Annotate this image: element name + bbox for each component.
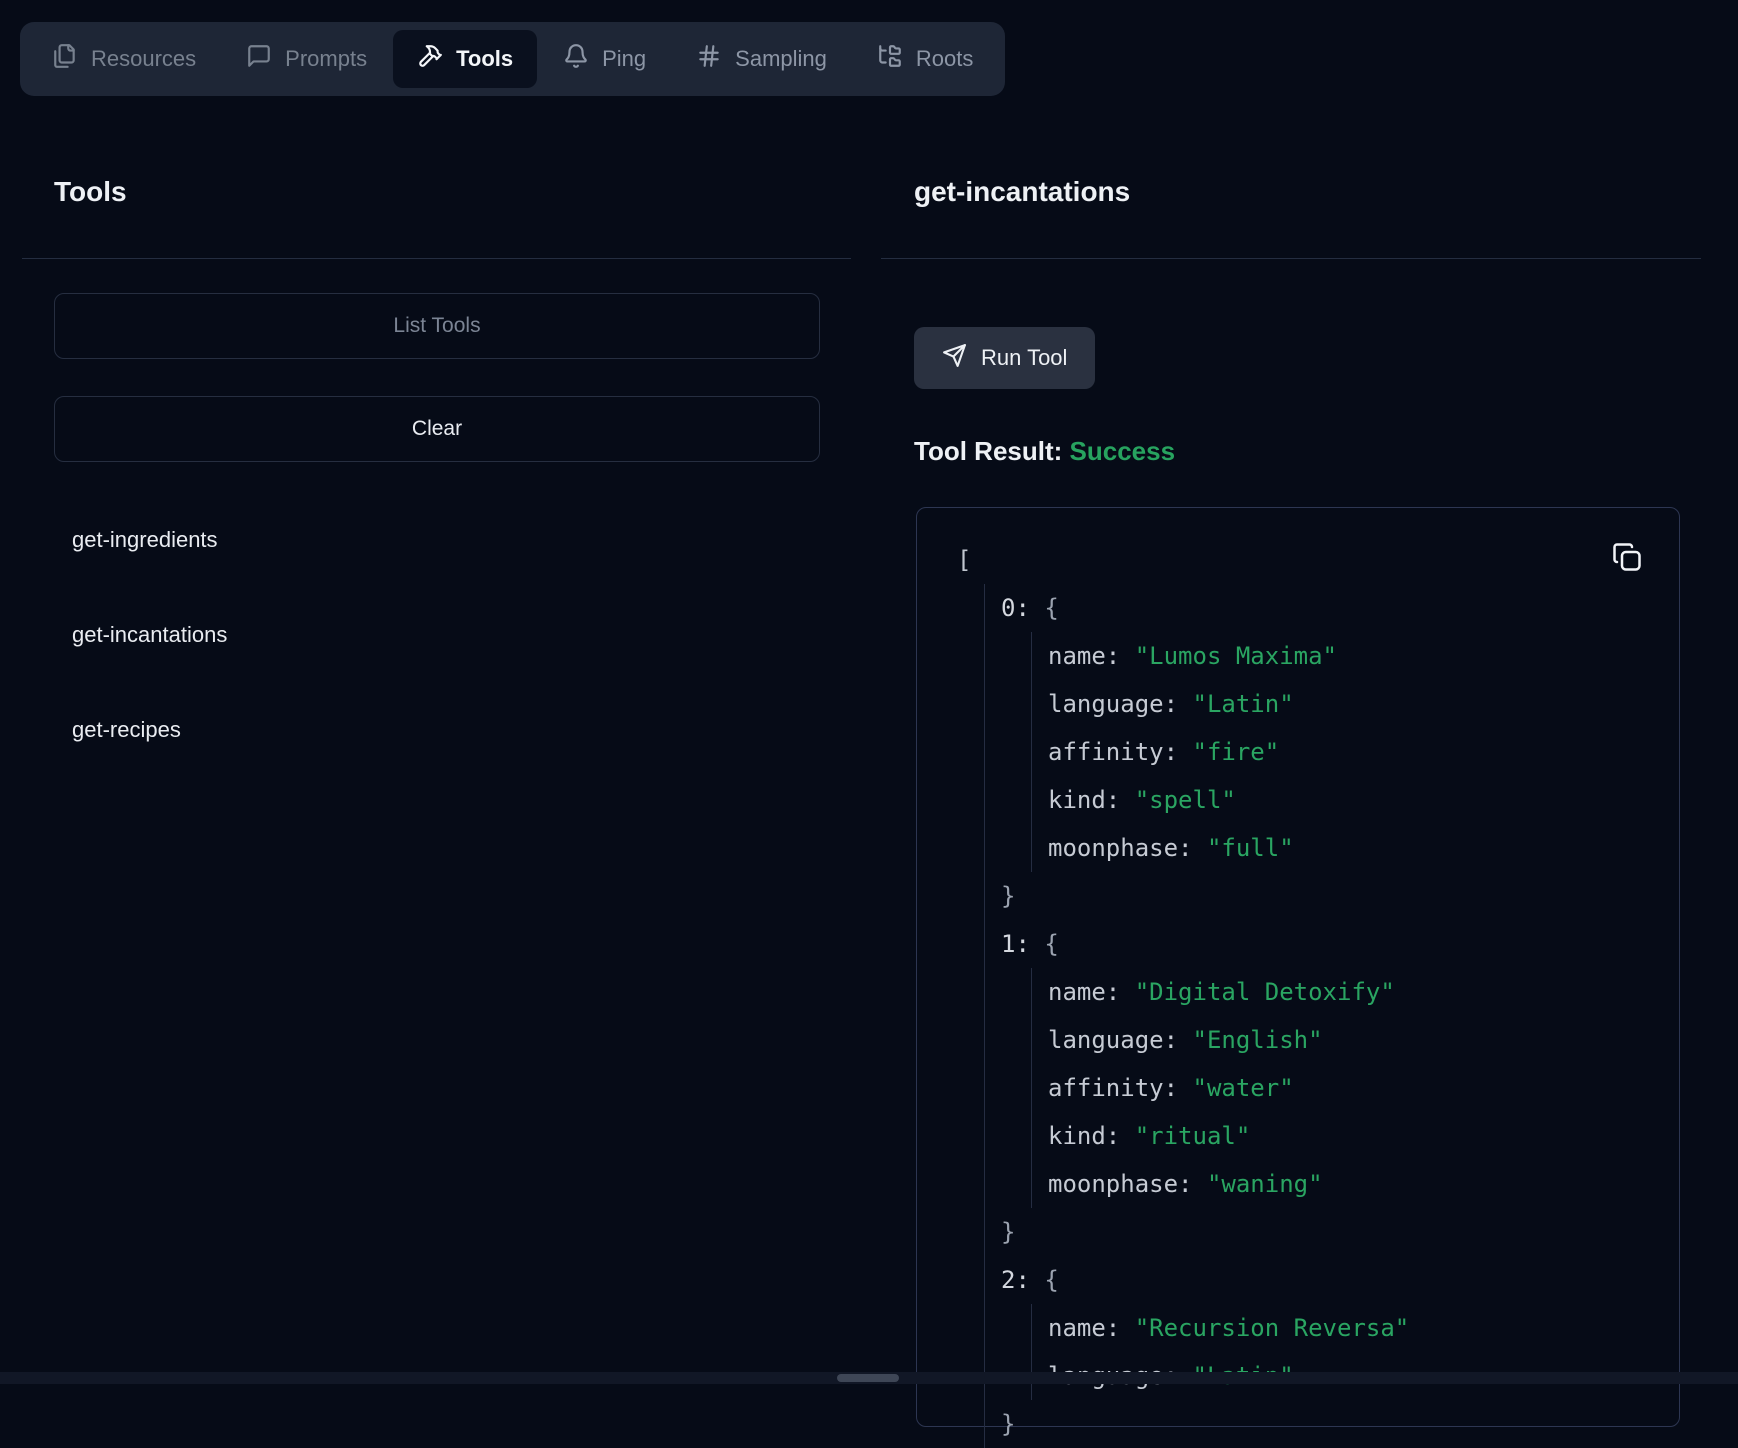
- files-icon: [52, 43, 78, 75]
- json-value: "Latin": [1193, 690, 1294, 718]
- top-nav: Resources Prompts Tools Ping Sampling Ro…: [20, 22, 1005, 96]
- json-value: "Recursion Reversa": [1135, 1314, 1410, 1342]
- tab-label: Prompts: [285, 46, 367, 72]
- json-line: }: [1001, 1400, 1659, 1448]
- json-line: affinity: "fire": [1048, 728, 1659, 776]
- json-open-brace: {: [1044, 1266, 1058, 1294]
- json-tree: [0: {name: "Lumos Maxima"language: "Lati…: [957, 536, 1659, 1448]
- json-line: language: "English": [1048, 1016, 1659, 1064]
- json-open-brace: {: [1044, 930, 1058, 958]
- json-key: name:: [1048, 642, 1120, 670]
- json-key: language:: [1048, 1026, 1178, 1054]
- tab-label: Ping: [602, 46, 646, 72]
- tab-prompts[interactable]: Prompts: [222, 30, 391, 88]
- bell-icon: [563, 43, 589, 75]
- tab-label: Tools: [456, 46, 513, 72]
- json-close-brace: }: [1001, 1410, 1015, 1438]
- json-value: "Lumos Maxima": [1135, 642, 1337, 670]
- json-line: kind: "spell": [1048, 776, 1659, 824]
- right-panel-divider: [881, 258, 1701, 259]
- json-key: moonphase:: [1048, 834, 1193, 862]
- tool-result-panel: [0: {name: "Lumos Maxima"language: "Lati…: [916, 507, 1680, 1427]
- json-line: language: "Latin": [1048, 680, 1659, 728]
- tool-result-status: Success: [1070, 436, 1176, 466]
- send-icon: [942, 343, 967, 374]
- folder-tree-icon: [877, 43, 903, 75]
- json-line: [: [957, 536, 1659, 584]
- json-key: language:: [1048, 690, 1178, 718]
- json-key: kind:: [1048, 786, 1120, 814]
- json-line: }: [1001, 1208, 1659, 1256]
- run-tool-button[interactable]: Run Tool: [914, 327, 1095, 389]
- left-panel-divider: [22, 258, 851, 259]
- json-key: name:: [1048, 1314, 1120, 1342]
- tab-ping[interactable]: Ping: [539, 30, 670, 88]
- json-value: "Digital Detoxify": [1135, 978, 1395, 1006]
- tab-roots[interactable]: Roots: [853, 30, 997, 88]
- json-line: moonphase: "waning": [1048, 1160, 1659, 1208]
- json-object-body: name: "Lumos Maxima"language: "Latin"aff…: [1031, 632, 1659, 872]
- tools-panel-title: Tools: [54, 176, 127, 208]
- json-key: kind:: [1048, 1122, 1120, 1150]
- json-close-brace: }: [1001, 1218, 1015, 1246]
- json-value: "fire": [1193, 738, 1280, 766]
- tool-list-item[interactable]: get-incantations: [72, 622, 227, 648]
- json-index: 0:: [1001, 594, 1030, 622]
- tab-tools[interactable]: Tools: [393, 30, 537, 88]
- run-tool-label: Run Tool: [981, 345, 1067, 371]
- json-index: 1:: [1001, 930, 1030, 958]
- tab-label: Resources: [91, 46, 196, 72]
- json-object-body: name: "Recursion Reversa"language: "Lati…: [1031, 1304, 1659, 1400]
- hash-icon: [696, 43, 722, 75]
- horizontal-scrollbar-thumb[interactable]: [837, 1374, 899, 1382]
- json-value: "ritual": [1135, 1122, 1251, 1150]
- json-line: }: [1001, 872, 1659, 920]
- tool-list-item[interactable]: get-ingredients: [72, 527, 218, 553]
- json-key: affinity:: [1048, 738, 1178, 766]
- json-line: name: "Recursion Reversa": [1048, 1304, 1659, 1352]
- json-close-brace: }: [1001, 882, 1015, 910]
- json-line: name: "Digital Detoxify": [1048, 968, 1659, 1016]
- tab-label: Roots: [916, 46, 973, 72]
- hammer-icon: [417, 43, 443, 75]
- tool-result-line: Tool Result: Success: [914, 436, 1175, 467]
- json-value: "full": [1207, 834, 1294, 862]
- json-open-brace: {: [1044, 594, 1058, 622]
- json-open-bracket: [: [957, 546, 971, 574]
- json-key: moonphase:: [1048, 1170, 1193, 1198]
- tab-label: Sampling: [735, 46, 827, 72]
- json-value: "English": [1193, 1026, 1323, 1054]
- json-value: "water": [1193, 1074, 1294, 1102]
- tool-list-item[interactable]: get-recipes: [72, 717, 181, 743]
- json-array-body: 0: {name: "Lumos Maxima"language: "Latin…: [984, 584, 1659, 1448]
- json-line: 1: {: [1001, 920, 1659, 968]
- list-tools-button[interactable]: List Tools: [54, 293, 820, 359]
- json-line: 2: {: [1001, 1256, 1659, 1304]
- json-key: affinity:: [1048, 1074, 1178, 1102]
- json-value: "spell": [1135, 786, 1236, 814]
- json-line: moonphase: "full": [1048, 824, 1659, 872]
- message-square-icon: [246, 43, 272, 75]
- json-object-body: name: "Digital Detoxify"language: "Engli…: [1031, 968, 1659, 1208]
- json-value: "waning": [1207, 1170, 1323, 1198]
- selected-tool-title: get-incantations: [914, 176, 1130, 208]
- tab-sampling[interactable]: Sampling: [672, 30, 851, 88]
- json-line: affinity: "water": [1048, 1064, 1659, 1112]
- json-line: kind: "ritual": [1048, 1112, 1659, 1160]
- json-index: 2:: [1001, 1266, 1030, 1294]
- tool-result-label: Tool Result:: [914, 436, 1062, 466]
- json-key: name:: [1048, 978, 1120, 1006]
- json-line: 0: {: [1001, 584, 1659, 632]
- clear-button[interactable]: Clear: [54, 396, 820, 462]
- json-line: name: "Lumos Maxima": [1048, 632, 1659, 680]
- tab-resources[interactable]: Resources: [28, 30, 220, 88]
- horizontal-scrollbar[interactable]: [0, 1372, 1738, 1384]
